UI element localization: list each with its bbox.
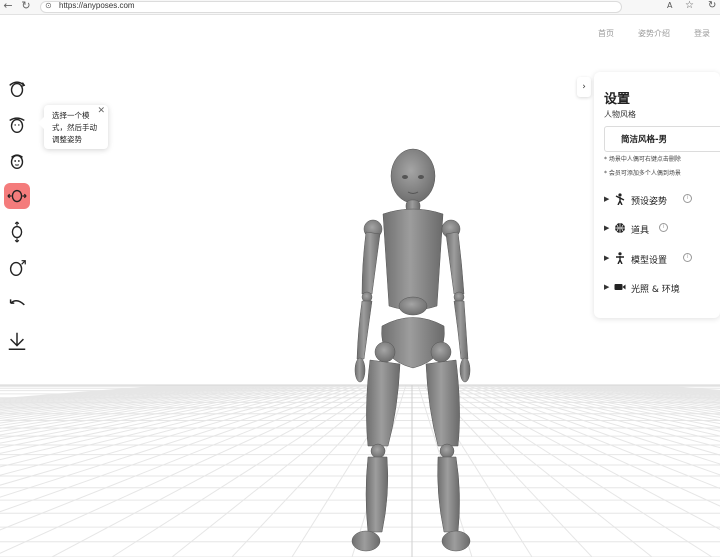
tool-head-move-horizontal[interactable]	[4, 183, 30, 209]
settings-panel: 设置 人物风格 简洁风格-男 * 场景中人偶可右键点击删除 * 会员可添加多个人…	[594, 72, 720, 318]
expand-caret-icon: ▶	[604, 195, 610, 203]
section-label: 光照 & 环境	[631, 285, 680, 295]
person-icon	[616, 252, 624, 264]
info-icon[interactable]: i	[683, 194, 692, 203]
star-icon[interactable]: ☆	[685, 0, 694, 11]
tool-head-tilt[interactable]	[4, 112, 30, 138]
panel-collapse-button[interactable]: ›	[577, 77, 591, 97]
back-arrow-icon[interactable]: ←	[2, 0, 14, 12]
expand-caret-icon: ▶	[604, 254, 610, 262]
browser-toolbar: ← ↻ ⊙ https://anyposes.com A ☆ ↻	[0, 0, 720, 15]
face-icon	[10, 154, 24, 170]
undo-icon	[9, 299, 25, 306]
head-rotate-icon	[9, 81, 26, 98]
section-lighting-environment[interactable]: ▶ 光照 & 环境	[604, 281, 714, 295]
reader-mode-icon[interactable]: A	[667, 1, 672, 10]
note-right-click-delete: * 场景中人偶可右键点击删除	[604, 156, 681, 163]
section-label: 道具	[631, 226, 650, 236]
head-tilt-icon	[9, 117, 25, 134]
info-icon[interactable]: i	[659, 223, 668, 232]
head-move-vertical-icon	[11, 221, 23, 243]
head-rotate-diagonal-icon	[9, 260, 26, 277]
note-members-multiple: * 会员可添加多个人偶到场景	[604, 170, 681, 177]
head-move-horizontal-icon	[7, 189, 27, 203]
tool-face[interactable]	[4, 148, 30, 174]
tooltip-text: 选择一个模式，然后手动调整姿势	[52, 111, 97, 144]
character-style-label: 人物风格	[604, 110, 636, 119]
section-label: 预设姿势	[631, 197, 668, 207]
tool-head-move-vertical[interactable]	[4, 219, 30, 245]
pose-figure-icon	[615, 193, 625, 205]
panel-title: 设置	[604, 92, 631, 107]
character-style-select[interactable]: 简洁风格-男	[604, 126, 720, 152]
tool-head-rotate[interactable]	[4, 76, 30, 102]
tool-download[interactable]	[4, 328, 30, 354]
expand-caret-icon: ▶	[604, 283, 610, 291]
section-preset-poses[interactable]: ▶ 预设姿势 i	[604, 193, 714, 207]
close-icon[interactable]: ✕	[97, 106, 105, 116]
section-props[interactable]: ▶ 道具 i	[604, 222, 714, 236]
mode-hint-tooltip: 选择一个模式，然后手动调整姿势 ✕	[38, 105, 108, 149]
address-bar[interactable]: ⊙ https://anyposes.com	[40, 1, 622, 13]
tool-head-rotate-diagonal[interactable]	[4, 255, 30, 281]
reload-icon[interactable]: ↻	[20, 0, 32, 12]
expand-caret-icon: ▶	[604, 224, 610, 232]
extensions-icon[interactable]: ↻	[708, 0, 716, 11]
url-text: https://anyposes.com	[59, 1, 135, 10]
section-label: 模型设置	[631, 256, 668, 266]
lock-icon: ⊙	[45, 1, 52, 10]
basketball-icon	[615, 223, 625, 233]
section-model-settings[interactable]: ▶ 模型设置 i	[604, 252, 714, 266]
video-camera-icon	[614, 284, 626, 290]
character-style-value: 简洁风格-男	[621, 135, 668, 145]
tool-undo[interactable]	[4, 291, 30, 317]
download-icon	[8, 332, 26, 350]
info-icon[interactable]: i	[683, 253, 692, 262]
